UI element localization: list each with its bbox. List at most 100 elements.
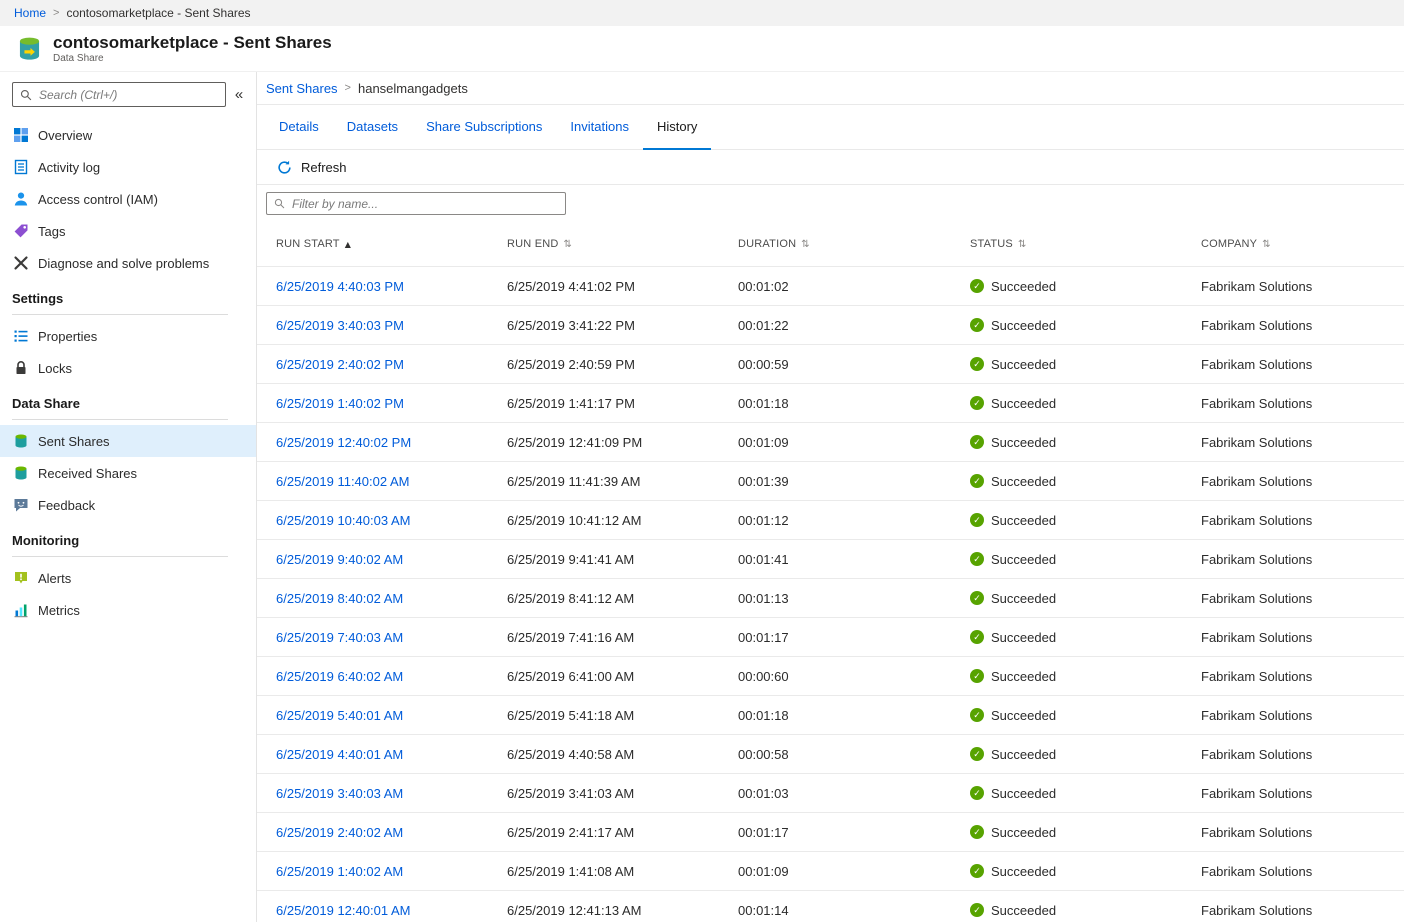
duration-cell: 00:00:58 [738, 747, 970, 762]
sidebar-item-access-control-iam[interactable]: Access control (IAM) [0, 183, 256, 215]
succeeded-icon: ✓ [970, 435, 984, 449]
run-start-link[interactable]: 6/25/2019 1:40:02 AM [276, 864, 403, 879]
run-start-link[interactable]: 6/25/2019 11:40:02 AM [276, 474, 409, 489]
page-header: contosomarketplace - Sent Shares Data Sh… [0, 26, 1404, 72]
sidebar-item-feedback[interactable]: Feedback [0, 489, 256, 521]
tab-share-subscriptions[interactable]: Share Subscriptions [412, 105, 556, 150]
sort-icon: ⇅ [801, 239, 810, 250]
sidebar: « Overview Activity log Access control (IA… [0, 72, 257, 922]
run-start-cell: 6/25/2019 6:40:02 AM [276, 669, 507, 684]
sidebar-item-locks[interactable]: Locks [0, 352, 256, 384]
run-start-link[interactable]: 6/25/2019 12:40:02 PM [276, 435, 411, 450]
status-label: Succeeded [991, 747, 1056, 762]
toolbar: Refresh [257, 150, 1404, 185]
sidebar-item-received-shares[interactable]: Received Shares [0, 457, 256, 489]
run-start-link[interactable]: 6/25/2019 5:40:01 AM [276, 708, 403, 723]
table-row: 6/25/2019 6:40:02 AM6/25/2019 6:41:00 AM… [257, 656, 1404, 695]
share-breadcrumb-parent-link[interactable]: Sent Shares [266, 81, 338, 96]
breadcrumb-home-link[interactable]: Home [14, 6, 46, 20]
sidebar-section-monitoring: Monitoring [12, 533, 228, 557]
run-start-link[interactable]: 6/25/2019 8:40:02 AM [276, 591, 403, 606]
sidebar-item-overview[interactable]: Overview [0, 119, 256, 151]
tab-history[interactable]: History [643, 105, 711, 150]
sidebar-item-properties[interactable]: Properties [0, 320, 256, 352]
run-start-link[interactable]: 6/25/2019 10:40:03 AM [276, 513, 410, 528]
sidebar-item-alerts[interactable]: Alerts [0, 562, 256, 594]
column-header-duration[interactable]: DURATION⇅ [738, 238, 970, 250]
succeeded-icon: ✓ [970, 864, 984, 878]
duration-cell: 00:01:03 [738, 786, 970, 801]
tab-bar: DetailsDatasetsShare SubscriptionsInvita… [257, 105, 1404, 150]
sidebar-item-metrics[interactable]: Metrics [0, 594, 256, 626]
table-row: 6/25/2019 10:40:03 AM 6/25/2019 10:41:12 … [257, 500, 1404, 539]
company-cell: Fabrikam Solutions [1201, 279, 1385, 294]
company-cell: Fabrikam Solutions [1201, 669, 1385, 684]
run-end-cell: 6/25/2019 3:41:22 PM [507, 318, 738, 333]
page-title: contosomarketplace - Sent Shares [53, 33, 332, 53]
table-row: 6/25/2019 11:40:02 AM6/25/2019 11:41:39 … [257, 461, 1404, 500]
tab-details[interactable]: Details [265, 105, 333, 150]
run-start-link[interactable]: 6/25/2019 7:40:03 AM [276, 630, 403, 645]
sidebar-item-label: Alerts [38, 571, 71, 586]
sidebar-search-box[interactable] [12, 82, 226, 107]
main-content: Sent Shares > hanselmangadgets DetailsDa… [257, 72, 1404, 922]
activity-log-icon [12, 159, 29, 176]
duration-cell: 00:01:17 [738, 630, 970, 645]
run-start-cell: 6/25/2019 9:40:02 AM [276, 552, 507, 567]
sidebar-item-label: Activity log [38, 160, 100, 175]
column-header-run-start[interactable]: RUN START▲ [276, 238, 507, 250]
sidebar-item-activity-log[interactable]: Activity log [0, 151, 256, 183]
succeeded-icon: ✓ [970, 825, 984, 839]
run-start-link[interactable]: 6/25/2019 4:40:01 AM [276, 747, 403, 762]
sidebar-search-input[interactable] [37, 87, 218, 103]
run-start-link[interactable]: 6/25/2019 2:40:02 AM [276, 825, 403, 840]
duration-cell: 00:01:09 [738, 864, 970, 879]
run-start-link[interactable]: 6/25/2019 4:40:03 PM [276, 279, 404, 294]
succeeded-icon: ✓ [970, 513, 984, 527]
status-cell: ✓Succeeded [970, 396, 1201, 411]
run-start-cell: 6/25/2019 11:40:02 AM [276, 474, 507, 489]
locks-icon [12, 360, 29, 377]
column-header-status[interactable]: STATUS⇅ [970, 238, 1201, 250]
run-start-link[interactable]: 6/25/2019 12:40:01 AM [276, 903, 410, 918]
status-label: Succeeded [991, 318, 1056, 333]
company-cell: Fabrikam Solutions [1201, 396, 1385, 411]
status-label: Succeeded [991, 474, 1056, 489]
tab-datasets[interactable]: Datasets [333, 105, 412, 150]
tags-icon [12, 223, 29, 240]
sidebar-item-label: Access control (IAM) [38, 192, 158, 207]
sidebar-collapse-button[interactable]: « [226, 86, 252, 103]
column-header-run-end[interactable]: RUN END⇅ [507, 238, 738, 250]
duration-cell: 00:01:18 [738, 708, 970, 723]
filter-input[interactable] [290, 196, 558, 212]
run-start-link[interactable]: 6/25/2019 6:40:02 AM [276, 669, 403, 684]
run-end-cell: 6/25/2019 2:40:59 PM [507, 357, 738, 372]
sidebar-item-tags[interactable]: Tags [0, 215, 256, 247]
column-label: COMPANY [1201, 238, 1257, 250]
run-start-cell: 6/25/2019 12:40:01 AM [276, 903, 507, 918]
sidebar-item-diagnose-and-solve-problems[interactable]: Diagnose and solve problems [0, 247, 256, 279]
sidebar-item-label: Overview [38, 128, 92, 143]
company-cell: Fabrikam Solutions [1201, 825, 1385, 840]
succeeded-icon: ✓ [970, 279, 984, 293]
run-start-link[interactable]: 6/25/2019 1:40:02 PM [276, 396, 404, 411]
company-cell: Fabrikam Solutions [1201, 357, 1385, 372]
run-start-link[interactable]: 6/25/2019 2:40:02 PM [276, 357, 404, 372]
sidebar-item-label: Metrics [38, 603, 80, 618]
run-start-link[interactable]: 6/25/2019 3:40:03 AM [276, 786, 403, 801]
run-start-link[interactable]: 6/25/2019 9:40:02 AM [276, 552, 403, 567]
run-end-cell: 6/25/2019 4:40:58 AM [507, 747, 738, 762]
table-header: RUN START▲RUN END⇅DURATION⇅STATUS⇅COMPAN… [257, 222, 1404, 266]
column-header-company[interactable]: COMPANY⇅ [1201, 238, 1385, 250]
filter-box[interactable] [266, 192, 566, 215]
sidebar-item-sent-shares[interactable]: Sent Shares [0, 425, 256, 457]
status-cell: ✓Succeeded [970, 669, 1201, 684]
properties-icon [12, 328, 29, 345]
run-start-link[interactable]: 6/25/2019 3:40:03 PM [276, 318, 404, 333]
tab-invitations[interactable]: Invitations [556, 105, 643, 150]
run-end-cell: 6/25/2019 10:41:12 AM [507, 513, 738, 528]
status-cell: ✓Succeeded [970, 318, 1201, 333]
status-label: Succeeded [991, 786, 1056, 801]
refresh-button[interactable]: Refresh [277, 160, 347, 175]
refresh-icon [277, 160, 292, 175]
